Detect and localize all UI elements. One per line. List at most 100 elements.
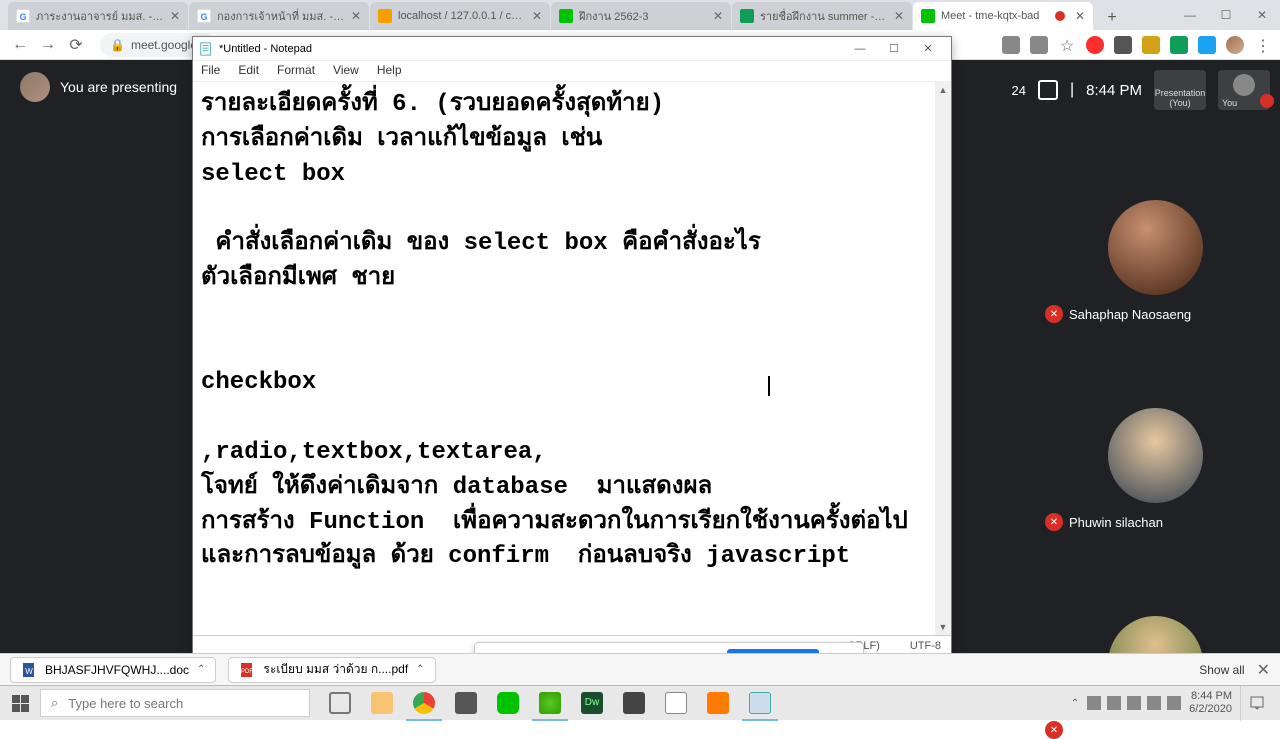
- grid-icon[interactable]: [1030, 36, 1048, 54]
- tab-0[interactable]: G ภาระงานอาจารย์ มมส. - Google ✕: [8, 2, 188, 30]
- scrollbar[interactable]: ▲ ▼: [935, 82, 951, 635]
- chevron-up-icon[interactable]: ⌃: [197, 664, 205, 675]
- close-icon[interactable]: ✕: [351, 9, 361, 23]
- thumb-presentation[interactable]: Presentation (You): [1154, 70, 1206, 110]
- download-item-1[interactable]: PDF ระเบียบ มมส ว่าด้วย ก....pdf ⌃: [228, 657, 435, 683]
- star-icon[interactable]: ☆: [1058, 36, 1076, 54]
- download-item-0[interactable]: W BHJASFJHVFQWHJ....doc ⌃: [10, 657, 216, 683]
- tab-title: Meet - tme-kqtx-bad: [941, 10, 1051, 22]
- tray-expand-icon[interactable]: ⌃: [1071, 698, 1079, 709]
- scroll-down-icon[interactable]: ▼: [935, 619, 951, 635]
- maximize-button[interactable]: ☐: [877, 38, 911, 60]
- tab-3[interactable]: ฝึกงาน 2562-3✕: [551, 2, 731, 30]
- favicon: G: [197, 9, 211, 23]
- start-button[interactable]: [0, 686, 40, 721]
- system-tray: ⌃ 8:44 PM 6/2/2020: [1071, 686, 1280, 721]
- menu-format[interactable]: Format: [273, 61, 319, 81]
- tray-icon[interactable]: [1087, 696, 1101, 710]
- tab-title: ภาระงานอาจารย์ มมส. - Google: [36, 7, 164, 25]
- tab-2[interactable]: localhost / 127.0.0.1 / covid_✕: [370, 2, 550, 30]
- network-icon[interactable]: [1127, 696, 1141, 710]
- ext-1[interactable]: [1086, 36, 1104, 54]
- mic-muted-icon: [1260, 94, 1274, 108]
- close-icon[interactable]: ✕: [532, 9, 542, 23]
- ext-5[interactable]: [1198, 36, 1216, 54]
- ext-4[interactable]: [1170, 36, 1188, 54]
- task-view-button[interactable]: [320, 686, 360, 721]
- tab-5-active[interactable]: Meet - tme-kqtx-bad ✕: [913, 2, 1093, 30]
- text-cursor-icon: [768, 376, 770, 396]
- task-app-8[interactable]: [614, 686, 654, 721]
- favicon: [921, 9, 935, 23]
- forward-button[interactable]: →: [36, 33, 60, 57]
- window-title: *Untitled - Notepad: [219, 43, 843, 55]
- close-icon[interactable]: ✕: [713, 9, 723, 23]
- show-all-button[interactable]: Show all: [1199, 663, 1244, 677]
- tab-1[interactable]: G กองการเจ้าหน้าที่ มมส. - Google ✕: [189, 2, 369, 30]
- ext-3[interactable]: [1142, 36, 1160, 54]
- search-input[interactable]: ⌕ Type here to search: [40, 689, 310, 717]
- dreamweaver-button[interactable]: Dw: [572, 686, 612, 721]
- close-icon[interactable]: ✕: [1075, 9, 1085, 23]
- cast-icon[interactable]: [1002, 36, 1020, 54]
- participant-0[interactable]: ✕Sahaphap Naosaeng: [1040, 200, 1270, 323]
- participant-1[interactable]: ✕Phuwin silachan: [1040, 408, 1270, 531]
- tray-icon[interactable]: [1107, 696, 1121, 710]
- recording-indicator-icon: [1055, 11, 1065, 21]
- menu-help[interactable]: Help: [373, 61, 406, 81]
- ext-2[interactable]: [1114, 36, 1132, 54]
- participant-name: Sahaphap Naosaeng: [1069, 307, 1191, 322]
- minimize-button[interactable]: —: [843, 38, 877, 60]
- browser-window-controls: — ☐ ✕: [1172, 0, 1280, 30]
- doc-icon: W: [21, 662, 37, 678]
- close-button[interactable]: ✕: [911, 38, 945, 60]
- language-icon[interactable]: [1167, 696, 1181, 710]
- tabs-bar: G ภาระงานอาจารย์ มมส. - Google ✕ G กองการเจ…: [0, 0, 1280, 30]
- close-button[interactable]: ✕: [1244, 0, 1280, 30]
- svg-text:PDF: PDF: [241, 669, 253, 675]
- task-app-4[interactable]: [446, 686, 486, 721]
- close-icon[interactable]: ✕: [894, 9, 904, 23]
- chat-icon[interactable]: [1038, 80, 1058, 100]
- notifications-button[interactable]: [1240, 686, 1272, 721]
- editor-text: รายละเอียดครั้งที่ 6. (รวบยอดครั้งสุดท้า…: [201, 88, 943, 575]
- menu-edit[interactable]: Edit: [234, 61, 263, 81]
- close-downloads-icon[interactable]: ✕: [1257, 660, 1270, 680]
- line-button[interactable]: [488, 686, 528, 721]
- notepad-menubar: File Edit Format View Help: [193, 61, 951, 81]
- search-icon: ⌕: [51, 695, 58, 711]
- mic-muted-icon: ✕: [1045, 513, 1063, 531]
- chevron-up-icon[interactable]: ⌃: [416, 664, 424, 675]
- new-tab-button[interactable]: +: [1100, 6, 1124, 30]
- close-icon[interactable]: ✕: [170, 9, 180, 23]
- chrome-button[interactable]: [404, 686, 444, 721]
- menu-file[interactable]: File: [197, 61, 224, 81]
- minimize-button[interactable]: —: [1172, 0, 1208, 30]
- reload-button[interactable]: ⟳: [64, 33, 88, 57]
- extension-icons: ☆ ⋮: [1002, 36, 1272, 54]
- system-clock[interactable]: 8:44 PM 6/2/2020: [1189, 690, 1232, 716]
- tab-title: กองการเจ้าหน้าที่ มมส. - Google: [217, 7, 345, 25]
- notepad-editor[interactable]: รายละเอียดครั้งที่ 6. (รวบยอดครั้งสุดท้า…: [193, 81, 951, 635]
- file-explorer-button[interactable]: [362, 686, 402, 721]
- task-app-6[interactable]: [530, 686, 570, 721]
- tab-4[interactable]: รายชื่อฝึกงาน summer - Googl✕: [732, 2, 912, 30]
- scroll-up-icon[interactable]: ▲: [935, 82, 951, 98]
- notepad-titlebar[interactable]: *Untitled - Notepad — ☐ ✕: [193, 37, 951, 61]
- chrome-menu-icon[interactable]: ⋮: [1254, 36, 1272, 54]
- notepad-button[interactable]: [740, 686, 780, 721]
- xampp-button[interactable]: [698, 686, 738, 721]
- lock-icon: 🔒: [110, 38, 125, 52]
- download-name: ระเบียบ มมส ว่าด้วย ก....pdf: [263, 660, 408, 679]
- profile-avatar[interactable]: [1226, 36, 1244, 54]
- menu-view[interactable]: View: [329, 61, 363, 81]
- participant-name: Siraphop Wech-udom: [1069, 723, 1195, 738]
- thumb-you[interactable]: You: [1218, 70, 1270, 110]
- back-button[interactable]: ←: [8, 33, 32, 57]
- taskbar: ⌕ Type here to search Dw ⌃ 8:44 PM 6/2/2…: [0, 685, 1280, 720]
- favicon: G: [16, 9, 30, 23]
- maximize-button[interactable]: ☐: [1208, 0, 1244, 30]
- volume-icon[interactable]: [1147, 696, 1161, 710]
- avatar: [1233, 74, 1255, 96]
- task-app-9[interactable]: [656, 686, 696, 721]
